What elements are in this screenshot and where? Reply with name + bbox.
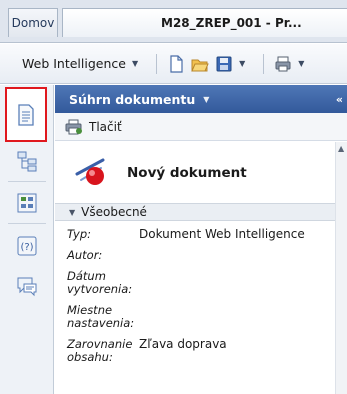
side-panel-rail: (?) xyxy=(0,85,54,394)
tab-home-label: Domov xyxy=(11,16,55,30)
save-dropdown-icon[interactable]: ▼ xyxy=(239,59,245,68)
property-label: Autor: xyxy=(67,248,103,262)
save-icon[interactable] xyxy=(215,55,233,73)
tab-home[interactable]: Domov xyxy=(8,8,58,37)
svg-text:(?): (?) xyxy=(20,242,33,253)
panel-title: Súhrn dokumentu xyxy=(69,91,196,107)
properties-list: Typ: Dokument Web Intelligence Autor: Dá… xyxy=(67,228,335,372)
rail-divider xyxy=(8,181,46,182)
tab-document-label: M28_ZREP_001 - Pr... xyxy=(161,16,302,30)
comments-icon[interactable] xyxy=(11,270,43,302)
chevron-down-icon[interactable]: ▼ xyxy=(132,59,138,68)
structure-glyph xyxy=(17,151,37,172)
property-row: Miestne nastavenia: xyxy=(67,304,335,330)
property-value: Zľava doprava xyxy=(139,337,227,351)
collapse-panel-icon[interactable]: « xyxy=(336,93,343,106)
print-dropdown-icon[interactable]: ▼ xyxy=(298,59,304,68)
document-summary-icon[interactable] xyxy=(5,87,47,142)
help-glyph: (?) xyxy=(17,236,37,256)
property-row: Typ: Dokument Web Intelligence xyxy=(67,228,335,241)
panel-menu-chevron-icon[interactable]: ▼ xyxy=(203,95,209,104)
panel-toolbar: Tlačiť xyxy=(55,113,347,141)
web-intelligence-menu[interactable]: Web Intelligence xyxy=(22,56,126,71)
print-icon[interactable] xyxy=(65,119,83,135)
scroll-up-icon[interactable]: ▲ xyxy=(338,144,344,153)
property-label: Zarovnanie obsahu: xyxy=(67,337,133,364)
property-row: Zarovnanie obsahu: Zľava doprava xyxy=(67,338,335,364)
vertical-scrollbar[interactable]: ▲ xyxy=(335,142,347,394)
toolbar-divider xyxy=(156,53,158,74)
summary-content: Nový dokument ▼ Všeobecné Typ: Dokument … xyxy=(55,142,347,394)
panel-header: Súhrn dokumentu ▼ « xyxy=(55,85,347,113)
document-summary-panel: Súhrn dokumentu ▼ « Tlačiť Nový dokument… xyxy=(55,85,347,394)
rail-divider-2 xyxy=(8,223,46,224)
document-title-row: Nový dokument xyxy=(55,142,335,203)
input-controls-icon[interactable] xyxy=(11,187,43,219)
main-toolbar: Web Intelligence ▼ ▼ ▼ xyxy=(0,44,347,84)
property-row: Dátum vytvorenia: xyxy=(67,270,335,296)
property-label: Dátum vytvorenia: xyxy=(67,269,133,296)
new-document-icon[interactable] xyxy=(167,54,185,73)
tab-document[interactable]: M28_ZREP_001 - Pr... xyxy=(62,8,347,37)
section-general-header[interactable]: ▼ Všeobecné xyxy=(55,203,335,221)
structure-icon[interactable] xyxy=(11,145,43,177)
collapse-triangle-icon[interactable]: ▼ xyxy=(69,208,75,217)
print-button[interactable]: Tlačiť xyxy=(89,120,122,134)
section-general-title: Všeobecné xyxy=(81,205,147,219)
open-folder-icon[interactable] xyxy=(191,55,209,73)
document-summary-glyph xyxy=(18,103,34,126)
property-row: Autor: xyxy=(67,249,335,262)
property-value: Dokument Web Intelligence xyxy=(139,227,305,241)
document-logo-icon xyxy=(75,158,105,185)
comments-glyph xyxy=(17,277,37,297)
property-label: Miestne nastavenia: xyxy=(67,303,135,330)
help-icon[interactable]: (?) xyxy=(11,230,43,262)
toolbar-divider-2 xyxy=(263,53,265,74)
property-label: Typ: xyxy=(67,227,92,241)
printer-icon[interactable] xyxy=(274,55,292,73)
input-controls-glyph xyxy=(17,193,37,213)
document-name: Nový dokument xyxy=(127,164,247,181)
tab-bar: Domov M28_ZREP_001 - Pr... xyxy=(0,0,347,43)
